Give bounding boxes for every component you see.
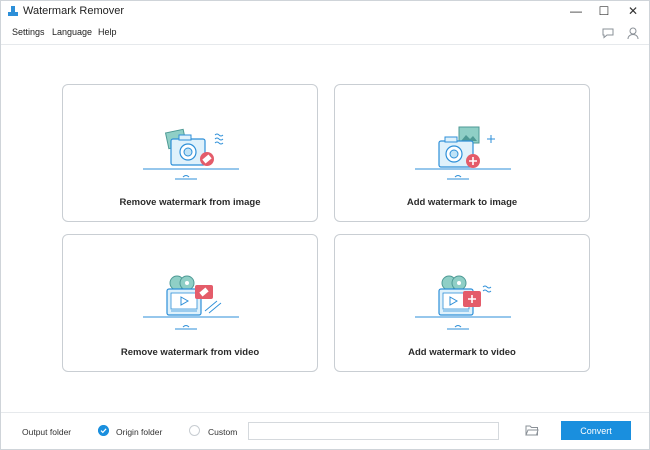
- menu-help[interactable]: Help: [98, 27, 117, 37]
- minimize-button[interactable]: —: [561, 1, 591, 21]
- menu-bar: Settings Language Help: [1, 23, 649, 43]
- add-watermark-video-card[interactable]: Add watermark to video: [334, 234, 590, 372]
- custom-path-input[interactable]: [248, 422, 499, 440]
- remove-video-icon: [143, 275, 239, 330]
- window-title: Watermark Remover: [23, 5, 125, 17]
- output-folder-label: Output folder: [22, 427, 72, 437]
- user-account-icon[interactable]: [626, 26, 640, 40]
- custom-folder-label: Custom: [208, 427, 238, 437]
- bottom-divider: [1, 412, 649, 413]
- menu-divider: [1, 44, 649, 45]
- close-button[interactable]: ✕: [618, 1, 648, 21]
- card-label: Add watermark to video: [408, 347, 516, 358]
- remove-watermark-image-card[interactable]: Remove watermark from image: [62, 84, 318, 222]
- menu-language[interactable]: Language: [52, 27, 92, 37]
- maximize-button[interactable]: ☐: [589, 1, 619, 21]
- card-label: Add watermark to image: [406, 197, 518, 208]
- folder-browse-icon[interactable]: [525, 423, 539, 437]
- add-image-icon: [415, 126, 511, 180]
- origin-folder-radio[interactable]: [98, 425, 109, 436]
- menu-settings[interactable]: Settings: [12, 27, 45, 37]
- title-bar: Watermark Remover — ☐ ✕: [1, 1, 649, 21]
- origin-folder-label: Origin folder: [116, 427, 163, 437]
- app-window: Watermark Remover — ☐ ✕ Settings Languag…: [0, 0, 650, 450]
- remove-watermark-video-card[interactable]: Remove watermark from video: [62, 234, 318, 372]
- app-logo-icon: [8, 6, 18, 16]
- feedback-chat-icon[interactable]: [601, 26, 615, 40]
- custom-folder-radio[interactable]: [189, 425, 200, 436]
- card-label: Remove watermark from video: [120, 347, 260, 358]
- card-label: Remove watermark from image: [119, 197, 261, 208]
- convert-button[interactable]: Convert: [561, 421, 631, 440]
- add-watermark-image-card[interactable]: Add watermark to image: [334, 84, 590, 222]
- remove-image-icon: [143, 128, 239, 180]
- add-video-icon: [415, 275, 511, 330]
